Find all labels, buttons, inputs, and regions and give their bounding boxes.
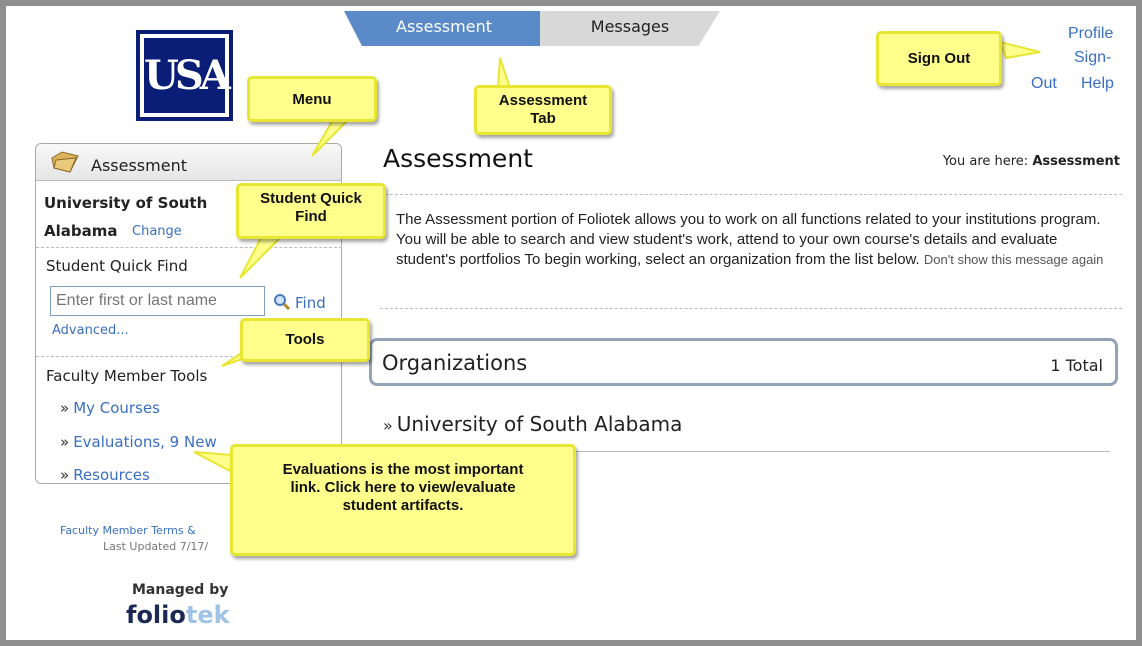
callout-assessment-tab: Assessment Tab — [474, 85, 612, 135]
callout-evaluations: Evaluations is the most important link. C… — [230, 444, 576, 556]
intro-message: The Assessment portion of Foliotek allow… — [396, 211, 1104, 268]
usa-logo: USA — [136, 30, 233, 121]
organizations-count: 1 Total — [1050, 356, 1103, 375]
advanced-search-link[interactable]: Advanced... — [52, 323, 129, 338]
tool-link-my-courses[interactable]: » My Courses — [60, 399, 160, 417]
dismiss-message-link[interactable]: Don't show this message again — [924, 252, 1104, 267]
tool-link-evaluations[interactable]: » Evaluations, 9 New — [60, 433, 217, 451]
callout-sign-out: Sign Out — [876, 31, 1002, 86]
sidebar-header: Assessment — [36, 144, 341, 181]
page-title: Assessment — [383, 144, 533, 173]
help-link[interactable]: Help — [1081, 75, 1114, 93]
find-button[interactable]: Find — [295, 294, 326, 312]
institution-name-line2: Alabama — [44, 222, 118, 240]
callout-student-quick-find: Student Quick Find — [236, 183, 386, 239]
callout-tools: Tools — [240, 318, 370, 362]
terms-link[interactable]: Faculty Member Terms & — [60, 524, 196, 537]
divider — [380, 194, 1122, 195]
sidebar-title: Assessment — [91, 156, 187, 175]
sign-out-link-part1[interactable]: Sign- — [1074, 49, 1111, 67]
institution-name: University of South — [44, 194, 208, 212]
last-updated: Last Updated 7/17/ — [103, 540, 209, 553]
divider — [380, 308, 1122, 309]
organizations-header: Organizations 1 Total — [369, 338, 1118, 386]
sign-out-link-part2[interactable]: Out — [1031, 75, 1057, 93]
search-icon[interactable] — [273, 293, 291, 311]
foliotek-logo: foliotek — [126, 601, 230, 629]
profile-link[interactable]: Profile — [1068, 25, 1113, 43]
logo-text: USA — [144, 38, 231, 113]
student-search-input[interactable] — [50, 286, 265, 316]
tab-messages[interactable]: Messages — [540, 11, 720, 46]
quick-find-label: Student Quick Find — [46, 257, 188, 275]
divider — [36, 247, 342, 248]
tool-link-resources[interactable]: » Resources — [60, 466, 150, 484]
breadcrumb: You are here: Assessment — [942, 154, 1120, 169]
organizations-title: Organizations — [382, 351, 528, 375]
folder-icon — [51, 151, 79, 173]
tab-assessment[interactable]: Assessment — [344, 11, 544, 46]
organization-link[interactable]: » University of South Alabama — [383, 412, 682, 436]
tools-label: Faculty Member Tools — [46, 367, 208, 385]
change-link[interactable]: Change — [132, 224, 182, 239]
managed-by-label: Managed by — [132, 582, 229, 598]
callout-menu: Menu — [247, 76, 377, 122]
